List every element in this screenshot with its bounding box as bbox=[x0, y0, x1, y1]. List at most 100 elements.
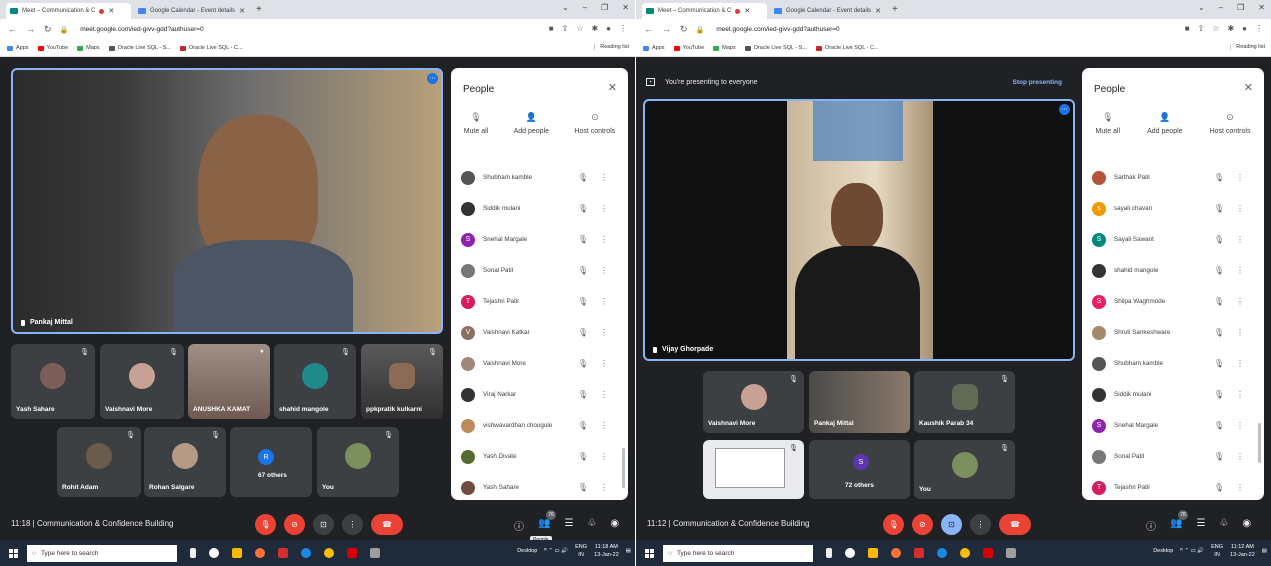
more-vert-icon[interactable]: ⋮ bbox=[1236, 297, 1244, 306]
bookmark-oracle-1[interactable]: Oracle Live SQL - S... bbox=[108, 45, 171, 51]
back-icon[interactable]: ← bbox=[8, 24, 17, 35]
app-icon[interactable] bbox=[370, 548, 380, 558]
tray-icons[interactable]: ᴿ ⌃ ▭ 🔊 bbox=[544, 548, 568, 554]
minimize-icon[interactable]: – bbox=[583, 3, 587, 12]
menu-icon[interactable]: ⋮ bbox=[619, 24, 627, 33]
camera-toggle-button[interactable]: ⊘ bbox=[284, 514, 305, 535]
start-icon[interactable] bbox=[645, 548, 654, 558]
mic-off-icon[interactable]: 🎙 bbox=[1214, 452, 1224, 461]
participant-row[interactable]: Siddik mulani 🎙 ⋮ bbox=[451, 193, 628, 224]
clock[interactable]: 11:12 AM 13-Jan-22 bbox=[1230, 543, 1255, 559]
self-tile[interactable]: 🎙 You bbox=[914, 440, 1015, 499]
bookmark-maps[interactable]: Maps bbox=[77, 45, 100, 51]
new-tab-button[interactable]: + bbox=[892, 4, 898, 15]
firefox-icon[interactable] bbox=[891, 548, 901, 558]
stop-presenting-button[interactable]: Stop presenting bbox=[1013, 79, 1062, 86]
participant-row[interactable]: Shubham kamble 🎙 ⋮ bbox=[1082, 348, 1264, 379]
participant-tile[interactable]: 🎙 Rohan Salgare bbox=[144, 427, 226, 497]
participant-tile[interactable]: 🎙 Vaishnavi More bbox=[703, 371, 804, 433]
more-vert-icon[interactable]: ⋮ bbox=[1236, 359, 1244, 368]
bookmark-apps[interactable]: Apps bbox=[7, 45, 29, 51]
main-speaker-tile[interactable]: ⋯ Pankaj Mittal bbox=[11, 68, 443, 334]
more-options-icon[interactable]: ⋯ bbox=[427, 73, 438, 84]
lock-icon[interactable]: ◉ bbox=[1242, 518, 1251, 533]
mic-off-icon[interactable]: 🎙 bbox=[1214, 359, 1224, 368]
desktop-toolbar[interactable]: Desktop bbox=[1153, 548, 1173, 554]
file-explorer-icon[interactable] bbox=[232, 548, 242, 558]
close-icon[interactable]: ✕ bbox=[875, 7, 881, 15]
participant-row[interactable]: S Shilpa Waghmode 🎙 ⋮ bbox=[1082, 286, 1264, 317]
maximize-icon[interactable]: ❐ bbox=[1237, 3, 1244, 12]
participant-row[interactable]: Yash Sahare 🎙 ⋮ bbox=[451, 472, 628, 500]
chevron-down-icon[interactable]: ⌄ bbox=[562, 3, 569, 12]
file-explorer-icon[interactable] bbox=[868, 548, 878, 558]
mic-toggle-button[interactable]: 🎙 bbox=[883, 514, 904, 535]
participant-row[interactable]: S Snehal Margale 🎙 ⋮ bbox=[1082, 410, 1264, 441]
mic-off-icon[interactable]: 🎙 bbox=[578, 452, 588, 461]
host-controls-button[interactable]: ⊙ Host controls bbox=[1210, 112, 1251, 135]
share-icon[interactable]: ⇧ bbox=[562, 24, 569, 33]
desktop-toolbar[interactable]: Desktop bbox=[517, 548, 537, 554]
info-icon[interactable]: ⓘ bbox=[1146, 518, 1156, 533]
close-icon[interactable]: ✕ bbox=[1244, 81, 1253, 94]
maximize-icon[interactable]: ❐ bbox=[601, 3, 608, 12]
more-vert-icon[interactable]: ⋮ bbox=[600, 297, 608, 306]
mic-off-icon[interactable]: 🎙 bbox=[578, 297, 588, 306]
mic-off-icon[interactable]: 🎙 bbox=[578, 390, 588, 399]
mute-all-button[interactable]: 🎙 Mute all bbox=[1096, 112, 1121, 135]
mic-off-icon[interactable]: 🎙 bbox=[578, 483, 588, 492]
mic-off-icon[interactable]: 🎙 bbox=[1214, 173, 1224, 182]
participant-row[interactable]: S Sayali Sawant 🎙 ⋮ bbox=[1082, 224, 1264, 255]
mic-off-icon[interactable]: 🎙 bbox=[1214, 328, 1224, 337]
chrome-icon[interactable] bbox=[960, 548, 970, 558]
participant-row[interactable]: s sayali chavan 🎙 ⋮ bbox=[1082, 193, 1264, 224]
activities-icon[interactable]: ♧ bbox=[587, 518, 596, 533]
more-options-button[interactable]: ⋮ bbox=[970, 514, 991, 535]
mic-icon[interactable] bbox=[190, 548, 196, 558]
participant-row[interactable]: Yash Divate 🎙 ⋮ bbox=[451, 441, 628, 472]
more-vert-icon[interactable]: ⋮ bbox=[1236, 173, 1244, 182]
notification-icon[interactable]: ▤ bbox=[626, 548, 631, 554]
close-window-icon[interactable]: ✕ bbox=[622, 3, 629, 12]
more-vert-icon[interactable]: ⋮ bbox=[1236, 421, 1244, 430]
participant-row[interactable]: Sonal Patil 🎙 ⋮ bbox=[1082, 441, 1264, 472]
reading-list[interactable]: Reading list bbox=[1230, 44, 1265, 50]
more-vert-icon[interactable]: ⋮ bbox=[600, 328, 608, 337]
mic-off-icon[interactable]: 🎙 bbox=[1214, 421, 1224, 430]
add-people-button[interactable]: 👤 Add people bbox=[514, 112, 549, 135]
chat-icon[interactable]: ☰ bbox=[1196, 518, 1205, 533]
more-vert-icon[interactable]: ⋮ bbox=[600, 452, 608, 461]
mic-off-icon[interactable]: 🎙 bbox=[1214, 204, 1224, 213]
bookmark-oracle-2[interactable]: Oracle Live SQL - C... bbox=[179, 45, 243, 51]
more-vert-icon[interactable]: ⋮ bbox=[600, 421, 608, 430]
close-icon[interactable]: ✕ bbox=[239, 7, 245, 15]
present-button[interactable]: ⊡ bbox=[313, 514, 334, 535]
acrobat-icon[interactable] bbox=[347, 548, 357, 558]
mic-icon[interactable] bbox=[826, 548, 832, 558]
bookmark-youtube[interactable]: YouTube bbox=[37, 45, 68, 51]
scrollbar[interactable] bbox=[622, 448, 625, 488]
more-vert-icon[interactable]: ⋮ bbox=[600, 266, 608, 275]
mic-off-icon[interactable]: 🎙 bbox=[578, 266, 588, 275]
taskbar-search[interactable]: ○ Type here to search bbox=[27, 544, 177, 562]
leave-call-button[interactable]: ☎ bbox=[999, 514, 1031, 535]
more-vert-icon[interactable]: ⋮ bbox=[1236, 390, 1244, 399]
participant-row[interactable]: T Tejashri Patil 🎙 ⋮ bbox=[451, 286, 628, 317]
close-icon[interactable]: ✕ bbox=[108, 7, 114, 15]
participant-row[interactable]: Vaishnavi More 🎙 ⋮ bbox=[451, 348, 628, 379]
participant-row[interactable]: shahid mangole 🎙 ⋮ bbox=[1082, 255, 1264, 286]
firefox-icon[interactable] bbox=[255, 548, 265, 558]
present-button[interactable]: ⊡ bbox=[941, 514, 962, 535]
clock[interactable]: 11:18 AM 13-Jan-22 bbox=[594, 543, 619, 559]
tab-calendar[interactable]: Google Calendar - Event details ✕ bbox=[770, 3, 885, 19]
participant-tile[interactable]: 🎙 Vaishnavi More bbox=[100, 344, 184, 419]
reading-list[interactable]: Reading list bbox=[594, 44, 629, 50]
participant-row[interactable]: T Tejashri Patil 🎙 ⋮ bbox=[1082, 472, 1264, 500]
mic-off-icon[interactable]: 🎙 bbox=[578, 359, 588, 368]
more-vert-icon[interactable]: ⋮ bbox=[600, 390, 608, 399]
lock-icon[interactable]: ◉ bbox=[610, 518, 619, 533]
participant-tile[interactable]: 🎙 ppkpratik kulkarni bbox=[361, 344, 443, 419]
screen-share-tile[interactable]: 🎙 bbox=[703, 440, 804, 499]
mic-off-icon[interactable]: 🎙 bbox=[578, 328, 588, 337]
bookmark-apps[interactable]: Apps bbox=[643, 45, 665, 51]
